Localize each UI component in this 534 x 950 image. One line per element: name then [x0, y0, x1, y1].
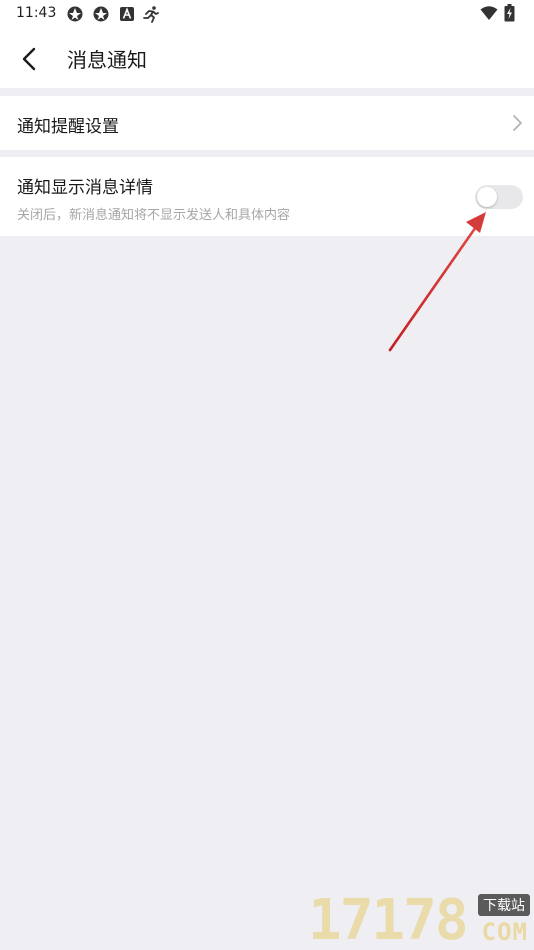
- status-icons-right: [480, 4, 520, 22]
- battery-charging-icon: [504, 4, 515, 22]
- status-bar: 11:43: [0, 0, 534, 28]
- watermark-digits: 17178: [308, 888, 469, 950]
- notification-reminder-settings-row[interactable]: 通知提醒设置: [0, 96, 534, 150]
- chevron-left-icon: [22, 47, 36, 71]
- header: 消息通知: [0, 28, 534, 88]
- chevron-right-icon: [513, 115, 522, 131]
- wifi-icon: [480, 6, 498, 20]
- show-message-details-description: 关闭后，新消息通知将不显示发送人和具体内容: [17, 208, 291, 223]
- aperture-icon: [93, 6, 109, 22]
- aperture-icon: [67, 6, 83, 22]
- notification-reminder-settings-label: 通知提醒设置: [17, 117, 119, 137]
- watermark-badge: 下载站: [478, 894, 530, 916]
- text-a-icon: [120, 7, 134, 21]
- show-message-details-label: 通知显示消息详情: [17, 178, 153, 198]
- screen: 11:43 消息通知 通知提醒设置 通知显示消息详情 关闭后，新消息通知将不显示…: [0, 0, 534, 950]
- running-icon: [143, 6, 159, 23]
- watermark-logo: 17178 下载站 COM: [308, 888, 532, 950]
- page-title: 消息通知: [67, 48, 147, 72]
- status-time: 11:43: [16, 5, 57, 21]
- annotation-arrow-icon: [388, 212, 486, 352]
- back-button[interactable]: [12, 42, 46, 76]
- watermark-suffix: COM: [481, 918, 528, 946]
